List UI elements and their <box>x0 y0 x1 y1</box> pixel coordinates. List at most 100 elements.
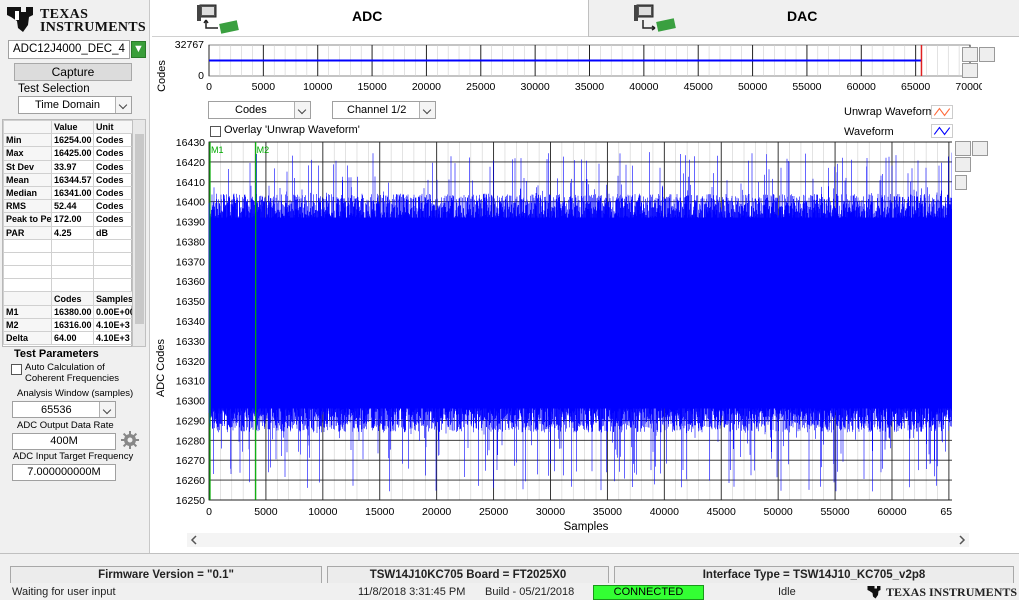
main-y-tick: 16260 <box>176 475 205 487</box>
main-y-tick: 16370 <box>176 256 205 268</box>
stats-cell: Min <box>3 133 52 148</box>
main-waveform-chart[interactable]: M1 M2 16250 16260 16270 16280 16290 16300 16310… <box>152 132 952 534</box>
units-value: Codes <box>235 104 267 116</box>
main-y-tick: 16290 <box>176 415 205 427</box>
stats-header-cell <box>3 119 52 135</box>
stats-cell: 16380.00 <box>51 304 94 319</box>
overview-x-tick: 30000 <box>521 81 550 93</box>
board-to-pc-icon <box>634 4 676 32</box>
main-x-tick: 65536 <box>940 506 952 518</box>
overview-ylabel: Codes <box>156 60 168 92</box>
pan-hand-icon[interactable] <box>955 157 971 172</box>
overview-x-tick: 35000 <box>575 81 604 93</box>
table-row: Mean 16344.57 Codes <box>3 172 134 187</box>
capture-button[interactable]: Capture <box>14 63 132 81</box>
units-dropdown[interactable]: Codes <box>208 101 311 119</box>
stats-empty-row <box>3 238 134 253</box>
main-x-tick: 5000 <box>254 506 278 518</box>
stats-cell: Peak to Peak <box>3 212 52 227</box>
stats-cell: Codes <box>93 185 134 201</box>
main-x-tick: 55000 <box>820 506 849 518</box>
test-selection-label: Test Selection <box>18 83 90 95</box>
crosshair-icon[interactable] <box>972 141 988 156</box>
main-y-tick: 16280 <box>176 435 205 447</box>
main-y-tick: 16380 <box>176 236 205 248</box>
stats-cell: Mean <box>3 172 52 187</box>
chevron-down-icon[interactable] <box>99 402 115 417</box>
analysis-window-label: Analysis Window (samples) <box>17 388 134 399</box>
channel-dropdown[interactable]: Channel 1/2 <box>332 101 436 119</box>
main-y-tick: 16270 <box>176 455 205 467</box>
pan-hand-icon[interactable] <box>962 63 978 78</box>
zoom-icon[interactable] <box>955 141 971 156</box>
main-x-tick: 45000 <box>707 506 736 518</box>
tab-dac[interactable]: DAC <box>588 0 1019 37</box>
main-y-tick: 16420 <box>176 157 205 169</box>
legend-unwrap-label: Unwrap Waveform <box>844 106 935 118</box>
main-y-tick: 16320 <box>176 356 205 368</box>
chevron-down-icon[interactable] <box>115 97 131 113</box>
main-x-tick: 35000 <box>593 506 622 518</box>
status-datetime: 11/8/2018 3:31:45 PM <box>358 586 466 598</box>
stats-cell: Codes <box>93 212 134 227</box>
main-x-tick: 30000 <box>536 506 565 518</box>
horizontal-scrollbar[interactable] <box>187 533 969 547</box>
input-frequency-input[interactable]: 7.000000000M <box>12 464 116 481</box>
main-y-tick: 16330 <box>176 336 205 348</box>
tab-adc-label: ADC <box>352 8 383 24</box>
device-select[interactable]: ADC12J4000_DEC_4 <box>8 40 130 59</box>
test-parameters-title: Test Parameters <box>14 348 99 360</box>
output-rate-label: ADC Output Data Rate <box>17 420 114 431</box>
analysis-window-value: 65536 <box>41 404 72 416</box>
connection-status-badge: CONNECTED <box>593 585 704 600</box>
crosshair-icon[interactable] <box>979 47 995 62</box>
stats-cell: dB <box>93 225 134 240</box>
scroll-left-icon[interactable] <box>190 535 197 545</box>
chevron-down-icon[interactable] <box>419 102 435 118</box>
auto-calc-checkbox[interactable] <box>11 364 22 375</box>
main-y-tick: 16400 <box>176 197 205 209</box>
stats-cell: St Dev <box>3 159 52 174</box>
table-row: Max 16425.00 Codes <box>3 146 134 161</box>
auto-calc-label: Auto Calculation of Coherent Frequencies <box>25 362 119 384</box>
analysis-window-dropdown[interactable]: 65536 <box>12 401 116 418</box>
stats-scrollbar[interactable] <box>132 119 146 347</box>
scroll-right-icon[interactable] <box>959 535 966 545</box>
stats-cell: 16344.57 <box>51 172 94 187</box>
stats-cell: Max <box>3 146 52 161</box>
stats-cell: RMS <box>3 199 52 214</box>
main-x-tick: 10000 <box>308 506 337 518</box>
overview-ymax: 32767 <box>175 39 204 51</box>
marker-label: M1 <box>211 145 224 155</box>
overview-x-tick: 20000 <box>412 81 441 93</box>
output-rate-input[interactable]: 400M <box>12 433 116 450</box>
overview-x-tick: 5000 <box>252 81 276 93</box>
main-ylabel: ADC Codes <box>155 338 167 397</box>
tab-adc[interactable]: ADC <box>152 0 588 37</box>
stats-cell: 172.00 <box>51 212 94 227</box>
overview-ymin: 0 <box>198 70 204 82</box>
stats-cell: 4.10E+3 <box>93 330 134 346</box>
test-selection-dropdown[interactable]: Time Domain <box>18 96 132 114</box>
download-arrow-icon[interactable]: ▼ <box>131 41 146 58</box>
main-x-tick: 25000 <box>479 506 508 518</box>
table-row: Min 16254.00 Codes <box>3 133 134 148</box>
zoom-select-icon[interactable] <box>955 175 967 190</box>
overview-x-tick: 55000 <box>792 81 821 93</box>
stats-cell: Codes <box>93 133 134 148</box>
stats-cell: Median <box>3 185 52 201</box>
status-bar-bottom: Waiting for user input 11/8/2018 3:31:45… <box>0 583 1019 600</box>
overview-chart[interactable]: Codes 32767 0 0 5000 10000 15000 20000 25000 3… <box>152 38 982 98</box>
marker-label: M2 <box>257 145 270 155</box>
table-row: Median 16341.00 Codes <box>3 185 134 201</box>
stats-cell: 4.10E+3 <box>93 317 134 333</box>
zoom-icon[interactable] <box>962 47 978 62</box>
stats-header-row: Value Unit <box>3 119 134 135</box>
legend-unwrap-swatch[interactable] <box>931 105 953 119</box>
status-message: Waiting for user input <box>12 586 116 598</box>
channel-value: Channel 1/2 <box>347 104 407 116</box>
main-x-tick: 60000 <box>877 506 906 518</box>
gear-icon[interactable] <box>120 430 140 450</box>
main-y-tick: 16410 <box>176 177 205 189</box>
chevron-down-icon[interactable] <box>294 102 310 118</box>
